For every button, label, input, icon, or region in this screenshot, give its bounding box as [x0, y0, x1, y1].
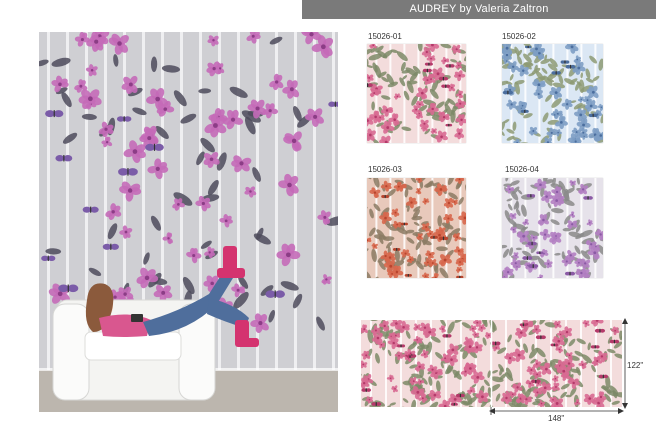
height-dimension-label: 122": [627, 361, 644, 370]
dimension-lines: [489, 318, 628, 415]
width-dimension-label: 148": [548, 414, 565, 423]
